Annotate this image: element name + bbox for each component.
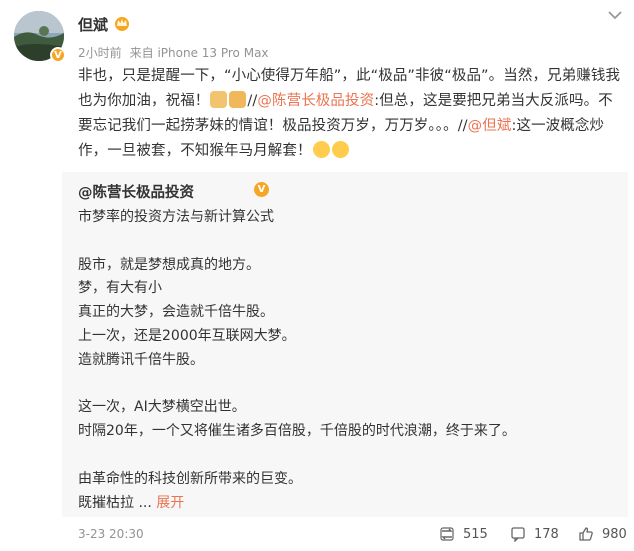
post-text-seg2: // (247, 93, 258, 109)
verified-badge-icon: V (50, 47, 66, 63)
repost-line: 由革命性的科技创新所带来的巨变。 (78, 470, 302, 487)
comment-icon (511, 527, 525, 542)
repost-body: 市梦率的投资方法与新计算公式 股市，就是梦想成真的地方。 梦，有大有小 真正的大… (78, 206, 618, 515)
repost-line: 时隔20年，一个又将催生诸多百倍股，千倍股的时代浪潮，终于来了。 (78, 423, 516, 440)
repost-line: 这一次，AI大梦横空出世。 (78, 399, 246, 416)
author-name[interactable]: 但斌 (78, 14, 108, 35)
repost-icon (440, 527, 454, 541)
post-time[interactable]: 2小时前 (78, 46, 122, 60)
repost-author[interactable]: @陈营长极品投资 (78, 181, 194, 202)
repost-count: 515 (463, 526, 488, 542)
thumbs-up-icon (579, 527, 593, 541)
comment-count: 178 (534, 526, 559, 542)
repost-line: 股市，就是梦想成真的地方。 (78, 256, 260, 273)
repost-line (78, 373, 618, 397)
repost-line (78, 230, 618, 254)
post-footer: 3-23 20:30 515 178 980 (0, 517, 634, 551)
praying-hands-emoji-icon (210, 91, 228, 108)
post-source: 来自 iPhone 13 Pro Max (129, 46, 269, 60)
mention-link[interactable]: @但斌 (468, 118, 512, 134)
ellipsis: ... (134, 494, 157, 511)
fearful-face-emoji-icon (331, 141, 349, 158)
repost-line: 造就腾讯千倍牛股。 (78, 351, 204, 368)
verified-badge-icon: V (254, 182, 269, 197)
repost-last-line: 既摧枯拉 ... 展开 (78, 492, 618, 516)
mention-link[interactable]: @陈营长极品投资 (257, 93, 374, 109)
weibo-post: V 但斌 2小时前 来自 iPhone 13 Pro Max 非也，只是提醒一下，… (0, 0, 634, 551)
expand-link[interactable]: 展开 (156, 495, 184, 511)
repost-line: 市梦率的投资方法与新计算公式 (78, 209, 274, 225)
repost-button[interactable]: 515 (439, 526, 488, 542)
post-text: 非也，只是提醒一下，“小心使得万年船”，此“极品”非彼“极品”。当然，兄弟赚钱我… (78, 64, 623, 164)
like-button[interactable]: 980 (578, 526, 627, 542)
repost-line: 梦，有大有小 (78, 280, 162, 297)
highlighted-text: 一旦被套，不知猴年马月解套！ (107, 143, 312, 159)
like-count: 980 (602, 526, 627, 542)
reposted-card[interactable]: @陈营长极品投资 V 市梦率的投资方法与新计算公式 股市，就是梦想成真的地方。 … (62, 172, 628, 517)
surprised-face-emoji-icon (312, 141, 330, 158)
chevron-down-icon[interactable] (606, 8, 624, 22)
repost-line: 真正的大梦，会造就千倍牛股。 (78, 304, 274, 321)
repost-line: 既摧枯拉 (78, 494, 134, 511)
crown-icon (115, 17, 129, 31)
repost-line (78, 444, 618, 468)
post-meta: 2小时前 来自 iPhone 13 Pro Max (78, 44, 277, 61)
comment-button[interactable]: 178 (510, 526, 559, 542)
repost-line: 上一次，还是2000年互联网大梦。 (78, 327, 296, 344)
handshake-emoji-icon (229, 91, 247, 108)
repost-date[interactable]: 3-23 20:30 (78, 527, 144, 541)
